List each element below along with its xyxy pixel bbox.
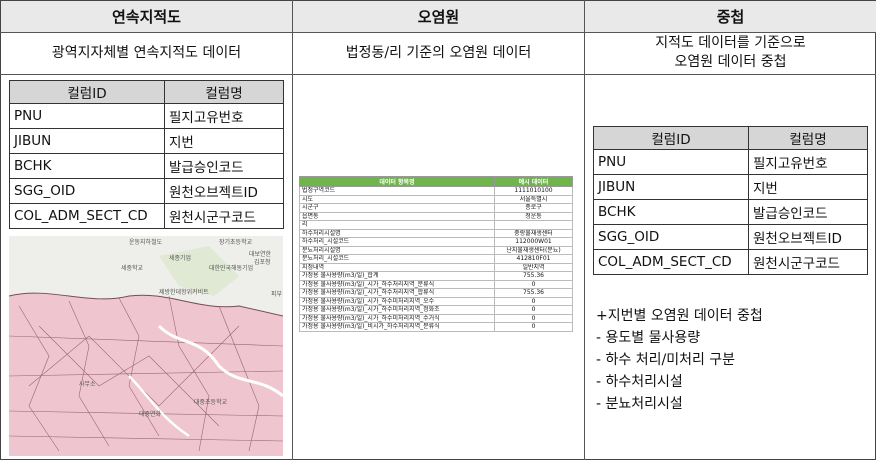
example-value-cell: 일반지역	[494, 262, 573, 272]
table-row: JIBUN 지번	[9, 128, 284, 154]
item-name-cell: 리	[299, 220, 495, 230]
note-item: - 하수처리시설	[596, 374, 683, 390]
column-table-left: 컬럼ID 컬럼명 PNU 필지고유번호 JIBUN 지번 BCHK 발급승인코드 SG…	[9, 80, 284, 229]
example-value-cell: 412810F01	[494, 254, 573, 264]
example-data-header: 예시 데이터	[494, 176, 573, 187]
map-label: 대중연화	[139, 410, 162, 418]
table-row: 읍면동 청운동	[299, 211, 573, 221]
table-row: 시군구 종로구	[299, 203, 573, 213]
table-row: 가정용 물사용량(m3/일)_시가_하수처리지역_합류식 755.36	[299, 288, 573, 298]
map-label: 피부	[271, 290, 283, 298]
map-label: 제방한데항위커비트	[159, 288, 209, 296]
table-row: COL_ADM_SECT_CD 원천시군구코드	[593, 249, 868, 275]
item-name-cell: 가정용 물사용량(m3/일)_비시가_하수처리지역_분류식	[299, 322, 495, 332]
item-name-cell: 시군구	[299, 203, 495, 213]
table-row: 지정내역 일반지역	[299, 262, 573, 272]
map-label: 운동지하철도	[129, 238, 163, 246]
table-row: 법정구역코드 1111010100	[299, 186, 573, 196]
map-label: 세중학교	[121, 264, 144, 272]
example-value-cell: 0	[494, 279, 573, 289]
example-value-cell: 1111010100	[494, 186, 573, 196]
header-pollution-source: 오염원	[417, 8, 460, 26]
item-name-cell: 지정내역	[299, 262, 495, 272]
example-value-cell: 0	[494, 322, 573, 332]
item-name-cell: 법정구역코드	[299, 186, 495, 196]
table-row: BCHK 발급승인코드	[9, 153, 284, 179]
item-name-cell: 가정용 물사용량(m3/일)_시가_하수처리지역_분류식	[299, 279, 495, 289]
table-row: 시도 서울특별시	[299, 194, 573, 204]
map-label: 대한민국해동기업	[209, 264, 253, 272]
map-label: 사무소	[79, 380, 96, 388]
column-id-header: 컬럼ID	[593, 126, 749, 150]
note-item: +지번별 오염원 데이터 중첩	[596, 308, 763, 324]
table-row: BCHK 발급승인코드	[593, 199, 868, 225]
row-divider-2	[0, 74, 876, 75]
column-name-header: 컬럼명	[164, 80, 284, 104]
item-name-header: 데이터 항목명	[299, 176, 495, 187]
example-value-cell: 서울특별시	[494, 194, 573, 204]
map-label: 장기초등학교	[219, 238, 253, 246]
overlay-notes: +지번별 오염원 데이터 중첩 - 용도별 물사용량 - 하수 처리/미처리 구…	[596, 305, 763, 415]
map-label: 세종기업	[169, 254, 191, 262]
table-row: 가정용 물사용량(m3/일)_시가_하수미처리지역_오수 0	[299, 296, 573, 306]
subtitle-overlay-line1: 지적도 데이터를 기준으로	[655, 35, 806, 51]
item-name-cell: 읍면동	[299, 211, 495, 221]
example-value-cell: 0	[494, 296, 573, 306]
item-name-cell: 분뇨처리_시설코드	[299, 254, 495, 264]
header-parcel-map: 연속지적도	[111, 8, 181, 26]
example-value-cell: 755.36	[494, 271, 573, 281]
subtitle-overlay-line2: 오염원 데이터 중첩	[674, 54, 787, 70]
map-label: 대중초등학교	[194, 398, 228, 406]
example-value-cell: 중랑물재생센터	[494, 228, 573, 238]
example-value-cell: 755.36	[494, 288, 573, 298]
table-row: 리	[299, 220, 573, 230]
item-name-cell: 가정용 물사용량(m3/일)_합계	[299, 271, 495, 281]
table-row: 가정용 물사용량(m3/일)_합계 755.36	[299, 271, 573, 281]
table-row: JIBUN 지번	[593, 174, 868, 200]
table-row: PNU 필지고유번호	[9, 103, 284, 129]
table-row: COL_ADM_SECT_CD 원천시군구코드	[9, 203, 284, 229]
example-value-cell: 청운동	[494, 211, 573, 221]
table-row: 가정용 물사용량(m3/일)_비시가_하수처리지역_분류식 0	[299, 322, 573, 332]
table-row: SGG_OID 원천오브젝트ID	[593, 224, 868, 250]
example-value-cell: 0	[494, 313, 573, 323]
map-label: 대보연한	[249, 250, 272, 258]
item-name-cell: 가정용 물사용량(m3/일)_시가_하수미처리지역_정화조	[299, 305, 495, 315]
table-row: 가정용 물사용량(m3/일)_시가_하수처리지역_분류식 0	[299, 279, 573, 289]
table-row: SGG_OID 원천오브젝트ID	[9, 178, 284, 204]
item-name-cell: 가정용 물사용량(m3/일)_시가_하수미처리지역_오수	[299, 296, 495, 306]
example-value-cell: 0	[494, 305, 573, 315]
item-name-cell: 하수처리_시설코드	[299, 237, 495, 247]
subtitle-pollution-source: 법정동/리 기준의 오염원 데이터	[345, 44, 532, 61]
header-overlay: 중첩	[716, 8, 745, 26]
subtitle-overlay: 지적도 데이터를 기준으로 오염원 데이터 중첩	[585, 33, 876, 73]
item-name-cell: 가정용 물사용량(m3/일)_시가_하수처리지역_합류식	[299, 288, 495, 298]
table-row: 분뇨처리시설명 난지물재생센터(분뇨)	[299, 245, 573, 255]
note-item: - 하수 처리/미처리 구분	[596, 352, 736, 368]
table-row: 하수처리시설명 중랑물재생센터	[299, 228, 573, 238]
column-table-right: 컬럼ID 컬럼명 PNU 필지고유번호 JIBUN 지번 BCHK 발급승인코드 SG…	[593, 126, 868, 275]
item-name-cell: 분뇨처리시설명	[299, 245, 495, 255]
item-name-cell: 가정용 물사용량(m3/일)_시가_하수미처리지역_수거식	[299, 313, 495, 323]
example-value-cell: 난지물재생센터(분뇨)	[494, 245, 573, 255]
item-name-cell: 시도	[299, 194, 495, 204]
example-value-cell	[494, 220, 573, 230]
table-row: 분뇨처리_시설코드 412810F01	[299, 254, 573, 264]
column-name-header: 컬럼명	[748, 126, 868, 150]
note-item: - 용도별 물사용량	[596, 330, 701, 346]
cadastral-map-image: 운동지하철도 장기초등학교 세중학교 세종기업 대한민국해동기업 대보연한 김포…	[9, 236, 283, 456]
example-value-cell: 112000W01	[494, 237, 573, 247]
example-value-cell: 종로구	[494, 203, 573, 213]
table-row: 하수처리_시설코드 112000W01	[299, 237, 573, 247]
table-row: 가정용 물사용량(m3/일)_시가_하수미처리지역_수거식 0	[299, 313, 573, 323]
table-row: 가정용 물사용량(m3/일)_시가_하수미처리지역_정화조 0	[299, 305, 573, 315]
subtitle-parcel-map: 광역지자체별 연속지적도 데이터	[51, 44, 242, 61]
item-name-cell: 하수처리시설명	[299, 228, 495, 238]
pollution-data-table: 데이터 항목명 예시 데이터 법정구역코드 1111010100 시도 서울특별시 시군…	[299, 176, 573, 332]
note-item: - 분뇨처리시설	[596, 396, 683, 412]
column-id-header: 컬럼ID	[9, 80, 165, 104]
table-row: PNU 필지고유번호	[593, 149, 868, 175]
map-label: 김포청	[254, 259, 271, 266]
